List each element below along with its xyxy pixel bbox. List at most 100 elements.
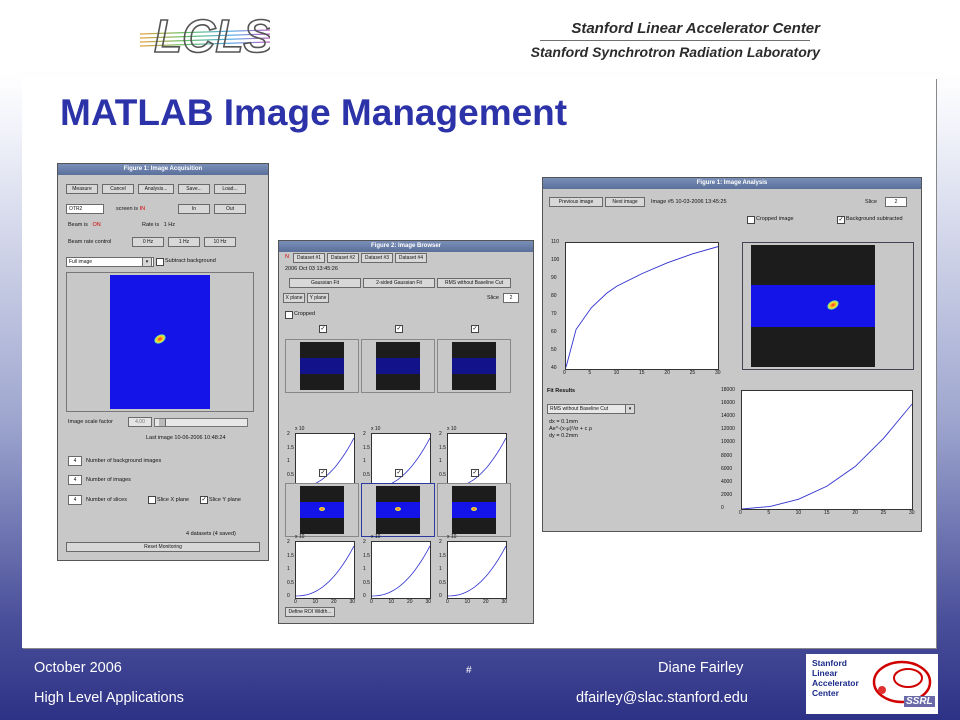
define-roi-button[interactable]: Define ROI Width...: [285, 607, 335, 617]
save-button[interactable]: Save...: [178, 184, 210, 194]
slice-x-checkbox[interactable]: [148, 496, 156, 504]
y-tick-label: 0: [287, 593, 290, 599]
thumbnail-image[interactable]: [285, 483, 359, 537]
y-tick-label: 1.5: [363, 444, 370, 451]
thumbnail-image[interactable]: [437, 483, 511, 537]
thumbnail-select-checkbox[interactable]: ✓: [319, 469, 327, 477]
two-sided-gaussian-button[interactable]: 2-sided Gaussian Fit: [363, 278, 435, 288]
out-button[interactable]: Out: [214, 204, 246, 214]
rate-10hz-button[interactable]: 10 Hz: [204, 237, 236, 247]
profile-curve: [295, 545, 355, 597]
cropped-image-checkbox[interactable]: [747, 216, 755, 224]
next-image-button[interactable]: Next image: [605, 197, 645, 207]
rate-0hz-button[interactable]: 0 Hz: [132, 237, 164, 247]
fit-method-select[interactable]: RMS without Baseline Cut: [547, 404, 627, 414]
tab-dataset-4[interactable]: Dataset #4: [395, 253, 427, 263]
datasets-status: 4 datasets (4 saved): [186, 531, 236, 537]
bg-subtracted-checkbox[interactable]: ✓: [837, 216, 845, 224]
slice-y-checkbox[interactable]: ✓: [200, 496, 208, 504]
tab-dataset-1[interactable]: Dataset #1: [293, 253, 325, 263]
profile-curve: [371, 437, 431, 489]
slider-thumb[interactable]: [159, 419, 166, 426]
beam-band: [300, 358, 344, 374]
bg-subtracted-label: Background subtracted: [846, 216, 903, 222]
image-acquisition-window: Figure 1: Image Acquisition Measure Canc…: [57, 163, 269, 561]
window-title[interactable]: Figure 1: Image Acquisition: [58, 164, 268, 175]
thumbnail-image[interactable]: [437, 339, 511, 393]
image-region-select[interactable]: Full image: [66, 257, 154, 267]
x-plane-button[interactable]: X plane: [283, 293, 305, 303]
rms-fit-button[interactable]: RMS without Baseline Cut: [437, 278, 511, 288]
profile-plot: [295, 541, 355, 599]
y-tick-label: 0.5: [287, 471, 294, 478]
beam-spot: [825, 298, 841, 312]
profile-curve: [371, 545, 431, 597]
subtract-bg-checkbox[interactable]: [156, 258, 164, 266]
beam-band: [751, 285, 875, 327]
cancel-button[interactable]: Cancel: [102, 184, 134, 194]
beam-image: [110, 275, 210, 409]
y-tick-label: 0: [721, 505, 724, 511]
thumbnail-image[interactable]: [285, 339, 359, 393]
measure-button[interactable]: Measure: [66, 184, 98, 194]
thumbnail-select-checkbox[interactable]: ✓: [395, 469, 403, 477]
plot-exponent: x 10: [447, 426, 457, 432]
x-tick-label: 5: [767, 510, 771, 516]
thumbnail-image[interactable]: [361, 483, 435, 537]
y-tick-label: 100: [551, 257, 560, 263]
scale-slider[interactable]: [154, 418, 248, 427]
lcls-logo: LCLS: [139, 8, 275, 63]
scale-factor-input[interactable]: 4.00: [128, 417, 152, 427]
tab-dataset-2[interactable]: Dataset #2: [327, 253, 359, 263]
load-button[interactable]: Load...: [214, 184, 246, 194]
y-tick-label: 18000: [721, 387, 735, 393]
slice-select[interactable]: 2: [503, 293, 519, 303]
thumbnail-select-checkbox[interactable]: ✓: [471, 469, 479, 477]
y-tick-label: 2: [287, 539, 290, 545]
in-button[interactable]: In: [178, 204, 210, 214]
gaussian-fit-button[interactable]: Gaussian Fit: [289, 278, 361, 288]
y-tick-label: 0.5: [363, 579, 370, 586]
y-tick-label: 70: [551, 311, 557, 317]
previous-image-button[interactable]: Previous image: [549, 197, 603, 207]
camera-image-axes: [66, 272, 254, 412]
thumbnail-select-checkbox[interactable]: ✓: [395, 325, 403, 333]
y-tick-label: 1.5: [287, 444, 294, 451]
thumbnail-image[interactable]: [361, 339, 435, 393]
thumbnail-select-checkbox[interactable]: ✓: [319, 325, 327, 333]
dropdown-icon[interactable]: ▾: [142, 257, 152, 267]
rate-is-label: Rate is: [142, 222, 160, 228]
bg-count-label: Number of background images: [86, 458, 162, 464]
y-tick-label: 0.5: [439, 579, 446, 586]
y-tick-label: 2: [287, 431, 290, 437]
y-tick-label: 16000: [721, 400, 735, 407]
fit-results-label: Fit Results: [547, 388, 576, 394]
rate-1hz-button[interactable]: 1 Hz: [168, 237, 200, 247]
analysis-image-axes: [742, 242, 914, 370]
beam-spot: [471, 507, 477, 511]
cropped-checkbox[interactable]: [285, 311, 293, 319]
y-tick-label: 2: [439, 539, 442, 545]
profile-plot: [447, 541, 507, 599]
img-count-input[interactable]: 4: [68, 475, 82, 485]
x-tick-label: 20: [852, 510, 858, 516]
x-tick-label: 30: [501, 599, 508, 605]
screen-select[interactable]: OTR2: [66, 204, 104, 214]
slac-ssrl-logo: Stanford Linear Accelerator Center SSRL: [806, 654, 938, 714]
analysis-button[interactable]: Analysis...: [138, 184, 174, 194]
window-title[interactable]: Figure 2: Image Browser: [279, 241, 533, 252]
x-tick-label: 0: [563, 370, 566, 376]
y-tick-label: 1: [439, 566, 442, 572]
slice-y-label: Slice Y plane: [209, 497, 241, 503]
y-tick-label: 0.5: [439, 471, 446, 478]
tab-dataset-3[interactable]: Dataset #3: [361, 253, 393, 263]
dropdown-icon[interactable]: ▾: [625, 404, 635, 414]
thumbnail-select-checkbox[interactable]: ✓: [471, 325, 479, 333]
bg-count-input[interactable]: 4: [68, 456, 82, 466]
beam-band: [452, 502, 496, 518]
window-title[interactable]: Figure 1: Image Analysis: [543, 178, 921, 189]
slice-select[interactable]: 2: [885, 197, 907, 207]
slice-count-input[interactable]: 4: [68, 495, 82, 505]
y-plane-button[interactable]: Y plane: [307, 293, 329, 303]
reset-monitoring-button[interactable]: Reset Monitoring: [66, 542, 260, 552]
